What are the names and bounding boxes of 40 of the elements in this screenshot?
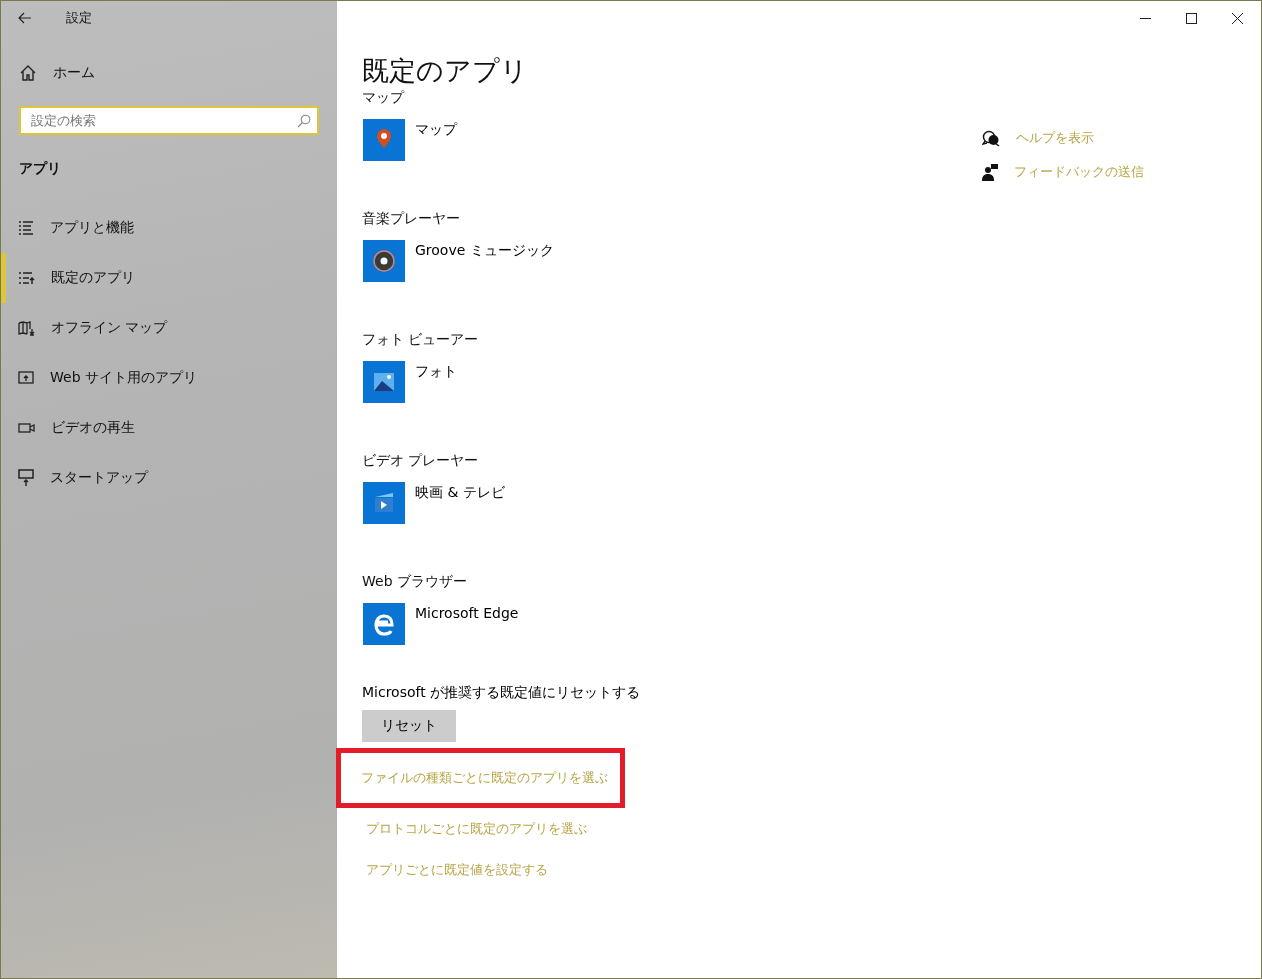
monitor-arrow-icon [18, 469, 34, 487]
play-clip-icon [363, 482, 405, 524]
category-label: 音楽プレーヤー [362, 210, 461, 228]
help-chat-icon [982, 129, 1000, 147]
default-app-button[interactable]: Microsoft Edge [363, 603, 982, 645]
maximize-icon[interactable] [1186, 12, 1197, 24]
default-app-button[interactable]: マップ [363, 119, 982, 161]
minimize-icon[interactable] [1140, 17, 1151, 19]
category-label: マップ [362, 89, 406, 107]
list-icon [18, 220, 34, 236]
nav-item[interactable]: Web サイト用のアプリ [1, 353, 337, 403]
reset-button[interactable]: リセット [362, 710, 456, 742]
home-link[interactable]: ホーム [20, 62, 337, 84]
home-icon [20, 65, 36, 81]
default-app-button[interactable]: Groove ミュージック [363, 240, 982, 282]
window-upload-icon [18, 371, 34, 385]
default-app-button[interactable]: 映画 & テレビ [363, 482, 982, 524]
back-arrow-icon[interactable] [18, 12, 32, 24]
nav-item[interactable]: アプリと機能 [1, 203, 337, 253]
category-label: ビデオ プレーヤー [362, 452, 480, 470]
photo-icon [363, 361, 405, 403]
search-field[interactable]: 設定の検索 [19, 106, 319, 135]
default-app-button[interactable]: フォト [363, 361, 982, 403]
close-icon[interactable] [1232, 12, 1243, 24]
category-label: Web ブラウザー [362, 573, 468, 591]
map-download-icon [18, 320, 35, 336]
list-arrow-icon [18, 270, 35, 286]
video-camera-icon [18, 422, 35, 434]
nav-item[interactable]: スタートアップ [1, 453, 337, 503]
person-feedback-icon [982, 163, 998, 181]
window-title: 設定 [66, 9, 92, 27]
nav-item[interactable]: オフライン マップ [1, 303, 337, 353]
section-heading: アプリ [19, 160, 62, 178]
browser-e-icon [363, 603, 405, 645]
nav-item[interactable]: ビデオの再生 [1, 403, 337, 453]
map-pin-icon [363, 119, 405, 161]
search-icon [297, 114, 311, 128]
page-title: 既定のアプリ [362, 54, 529, 88]
reset-label: Microsoft が推奨する既定値にリセットする [362, 684, 642, 702]
category-label: フォト ビューアー [362, 331, 480, 349]
